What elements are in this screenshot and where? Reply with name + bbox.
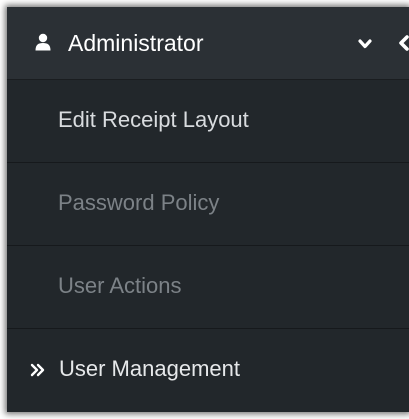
admin-sidebar: Administrator Edit Receipt Layout Passwo… (7, 7, 409, 412)
admin-submenu: Edit Receipt Layout Password Policy User… (7, 80, 409, 412)
menu-item-edit-receipt-layout[interactable]: Edit Receipt Layout (7, 80, 409, 163)
chevron-left-icon[interactable] (396, 35, 409, 51)
menu-item-password-policy[interactable]: Password Policy (7, 163, 409, 246)
menu-item-label: Edit Receipt Layout (58, 107, 249, 132)
user-icon (35, 33, 51, 51)
menu-item-user-actions[interactable]: User Actions (7, 246, 409, 329)
menu-item-label: User Actions (58, 273, 182, 298)
menu-item-label: User Management (59, 356, 240, 381)
sidebar-header-administrator[interactable]: Administrator (7, 7, 409, 80)
sidebar-header-title: Administrator (68, 30, 204, 56)
chevron-down-icon[interactable] (358, 38, 372, 50)
double-chevron-right-icon (30, 363, 45, 377)
menu-item-user-management[interactable]: User Management (7, 329, 409, 412)
menu-item-label: Password Policy (58, 190, 220, 215)
